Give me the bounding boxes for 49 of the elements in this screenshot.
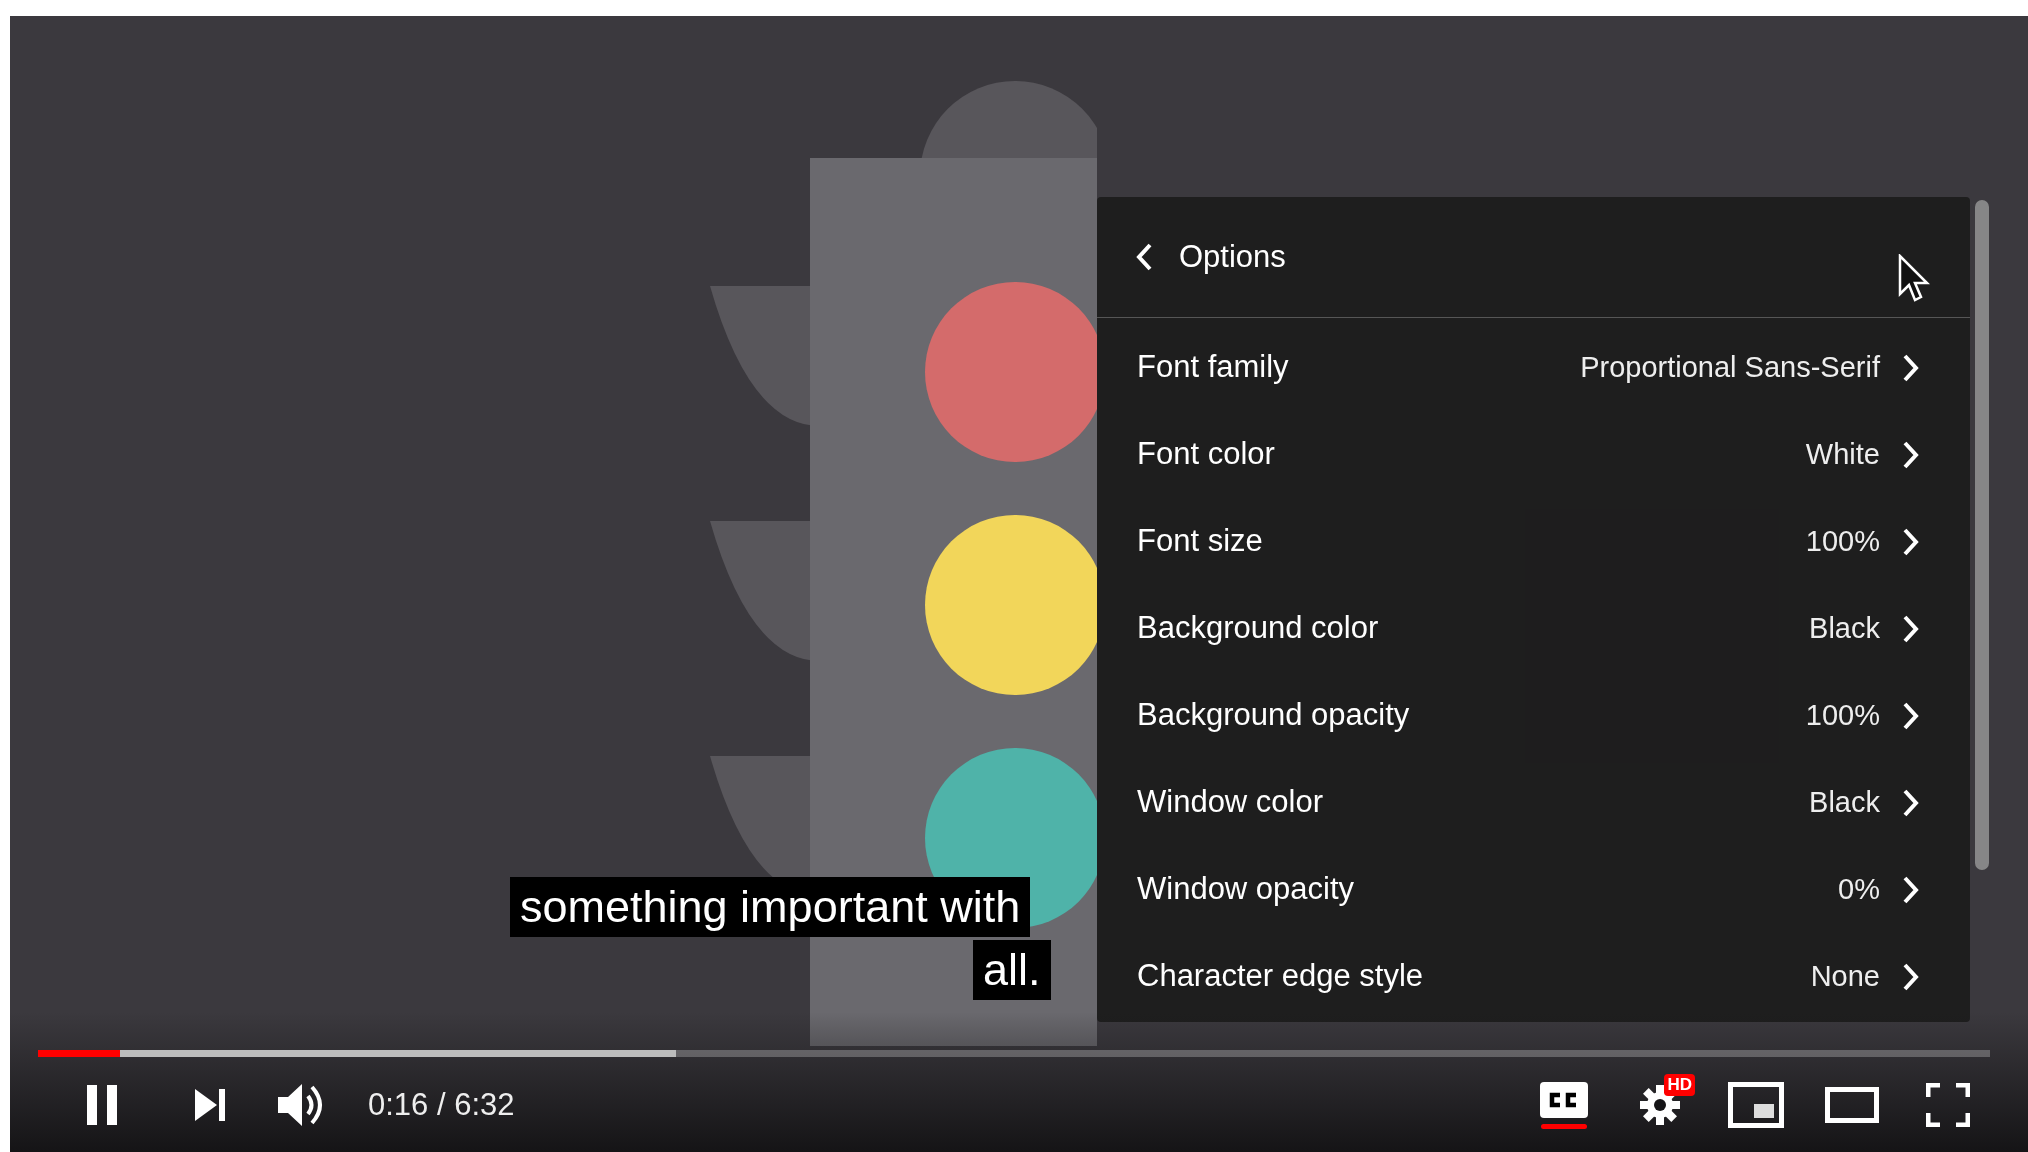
- chevron-right-icon: [1902, 787, 1920, 818]
- cursor-icon: [1898, 254, 1930, 304]
- option-label: Font color: [1137, 435, 1275, 474]
- option-value: Black: [1809, 610, 1880, 646]
- quality-badge: HD: [1664, 1074, 1695, 1096]
- chevron-right-icon: [1902, 961, 1920, 992]
- option-value: 100%: [1805, 523, 1880, 559]
- option-label: Window color: [1137, 783, 1324, 822]
- chevron-left-icon: [1135, 242, 1153, 272]
- option-value: 0%: [1838, 871, 1880, 907]
- chevron-right-icon: [1902, 700, 1920, 731]
- fullscreen-icon: [1926, 1083, 1970, 1127]
- back-button[interactable]: Options: [1135, 233, 1286, 281]
- menu-item[interactable]: Font size 100%: [1097, 498, 1970, 585]
- option-value: White: [1805, 436, 1880, 472]
- time-display: 0:16 / 6:32: [368, 1085, 515, 1124]
- option-label: Font family: [1137, 348, 1289, 387]
- progress-bar[interactable]: [38, 1050, 1990, 1057]
- pause-icon: [87, 1085, 117, 1125]
- menu-item[interactable]: Window color Black: [1097, 759, 1970, 846]
- miniplayer-icon: [1728, 1082, 1784, 1128]
- active-indicator: [1541, 1123, 1587, 1129]
- chevron-right-icon: [1902, 874, 1920, 905]
- rectangle-icon: [1825, 1087, 1879, 1123]
- chevron-right-icon: [1902, 352, 1920, 383]
- menu-item[interactable]: Background opacity 100%: [1097, 672, 1970, 759]
- menu-item[interactable]: Font color White: [1097, 411, 1970, 498]
- cc-icon: [1540, 1081, 1588, 1118]
- option-value: Proportional Sans-Serif: [1580, 349, 1880, 385]
- menu-item[interactable]: Background color Black: [1097, 585, 1970, 672]
- chevron-right-icon: [1902, 439, 1920, 470]
- chevron-right-icon: [1902, 613, 1920, 644]
- caption-text: something important with: [510, 877, 1031, 937]
- option-label: Font size: [1137, 522, 1263, 561]
- menu-item[interactable]: Window opacity 0%: [1097, 846, 1970, 933]
- option-label: Character edge style: [1137, 957, 1424, 996]
- menu-item[interactable]: Font family Proportional Sans-Serif: [1097, 324, 1970, 411]
- caption-text: all.: [973, 940, 1051, 1000]
- option-label: Window opacity: [1137, 870, 1355, 909]
- option-label: Background color: [1137, 609, 1379, 648]
- menu-item[interactable]: Character edge style None: [1097, 933, 1970, 1020]
- option-value: None: [1810, 958, 1880, 994]
- skip-next-icon: [195, 1089, 225, 1121]
- option-label: Background opacity: [1137, 696, 1410, 735]
- settings-button[interactable]: HD: [1625, 1070, 1695, 1140]
- scrollbar[interactable]: [1975, 200, 1989, 870]
- option-value: 100%: [1805, 697, 1880, 733]
- option-value: Black: [1809, 784, 1880, 820]
- chevron-right-icon: [1902, 526, 1920, 557]
